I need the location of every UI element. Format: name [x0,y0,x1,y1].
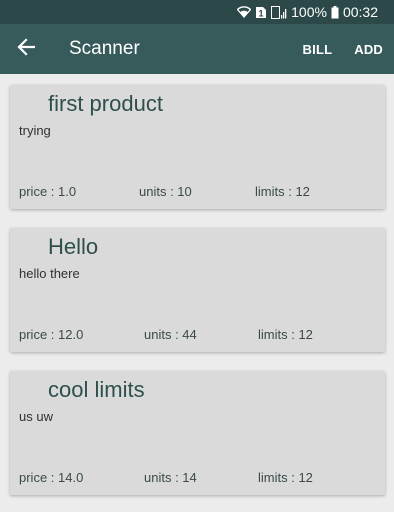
wifi-icon [237,6,252,18]
product-units: units : 44 [144,327,197,342]
battery-icon [331,5,339,19]
arrow-back-icon [17,37,36,61]
sim-badge: 1 [259,8,264,18]
product-units: units : 10 [139,184,192,199]
bill-button[interactable]: BILL [292,24,344,74]
signal-icon [271,5,287,19]
product-name: Hello [48,234,99,259]
product-name: cool limits [48,377,145,402]
product-price: price : 1.0 [19,184,77,199]
toolbar-actions: BILL ADD [292,24,394,74]
add-button[interactable]: ADD [343,24,394,74]
app-bar: Scanner BILL ADD [0,24,394,74]
sim-icon: 1 [255,6,267,19]
battery-percent: 100% [291,4,327,20]
product-limits: limits : 12 [258,470,313,485]
status-bar: 1 100% 00:32 [0,0,394,24]
product-card[interactable]: cool limits us uw price : 14.0 units : 1… [10,371,385,495]
product-name: first product [48,91,163,116]
product-limits: limits : 12 [255,184,310,199]
product-description: hello there [19,266,80,281]
product-price: price : 14.0 [19,470,84,485]
product-description: trying [19,123,51,138]
product-units: units : 14 [144,470,197,485]
page-title: Scanner [69,38,140,59]
product-card[interactable]: Hello hello there price : 12.0 units : 4… [10,228,385,352]
product-limits: limits : 12 [258,327,313,342]
clock: 00:32 [342,4,378,20]
product-price: price : 12.0 [19,327,84,342]
product-card[interactable]: first product trying price : 1.0 units :… [10,85,385,209]
product-description: us uw [19,409,53,424]
back-button[interactable] [0,24,52,74]
